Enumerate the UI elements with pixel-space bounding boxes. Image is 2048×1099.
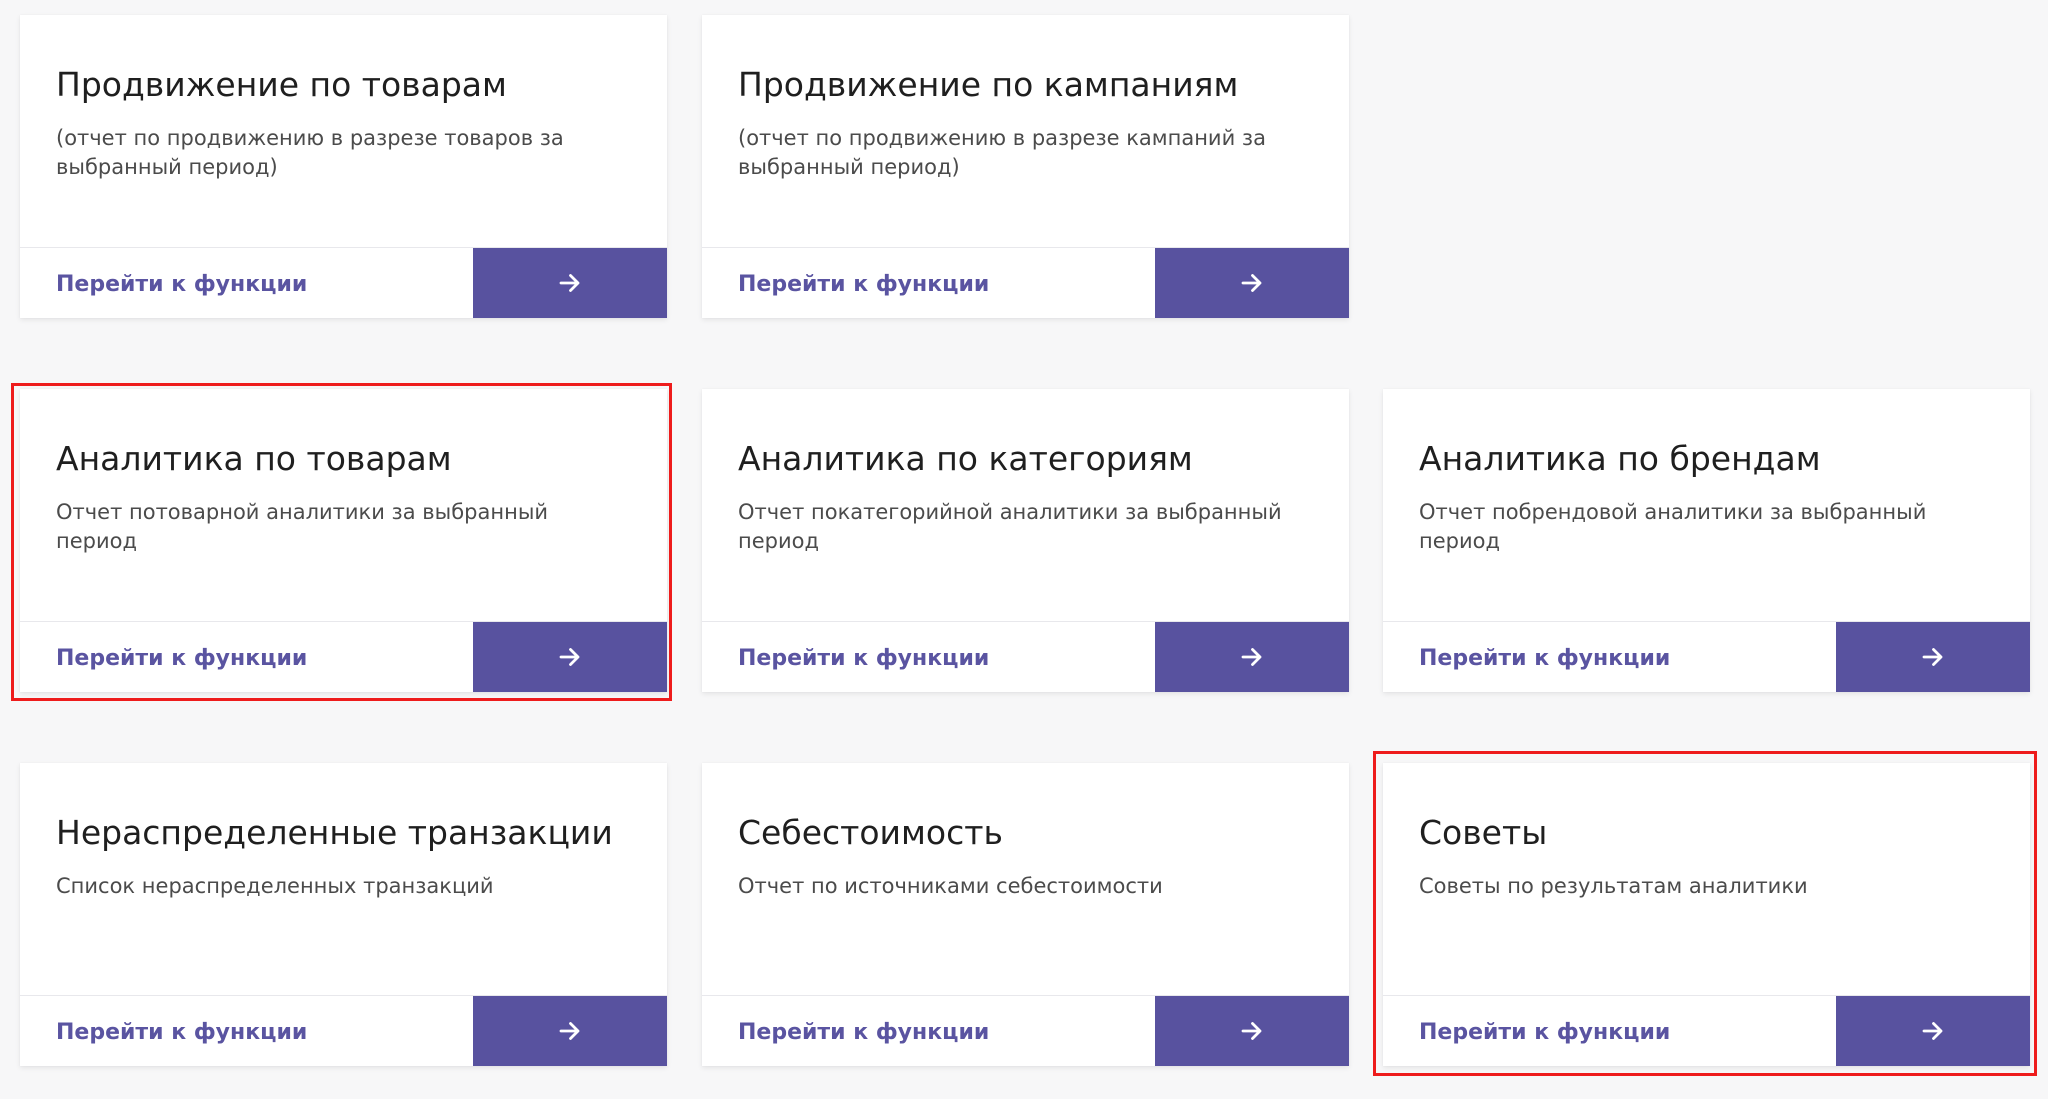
arrow-right-icon (559, 1021, 581, 1041)
card-title: Советы (1419, 813, 1548, 852)
card-footer: Перейти к функции (1383, 995, 2030, 1066)
card-description: Советы по результатам аналитики (1419, 874, 1808, 898)
go-to-function-link[interactable]: Перейти к функции (738, 248, 989, 318)
arrow-right-icon (1241, 1021, 1263, 1041)
go-to-function-button[interactable] (1155, 996, 1349, 1066)
card-promotion-by-products: Продвижение по товарам (отчет по продвиж… (20, 15, 667, 318)
card-title: Нераспределенные транзакции (56, 813, 613, 852)
arrow-right-icon (1922, 647, 1944, 667)
go-to-function-button[interactable] (473, 996, 667, 1066)
arrow-right-icon (1922, 1021, 1944, 1041)
arrow-right-icon (1241, 647, 1263, 667)
card-promotion-by-campaigns: Продвижение по кампаниям (отчет по продв… (702, 15, 1349, 318)
go-to-function-link[interactable]: Перейти к функции (56, 622, 307, 692)
card-title: Продвижение по кампаниям (738, 65, 1239, 104)
go-to-function-link[interactable]: Перейти к функции (738, 622, 989, 692)
go-to-function-link[interactable]: Перейти к функции (56, 248, 307, 318)
arrow-right-icon (559, 647, 581, 667)
go-to-function-link[interactable]: Перейти к функции (738, 996, 989, 1066)
card-title: Аналитика по товарам (56, 439, 452, 478)
card-description: Отчет по источниками себестоимости (738, 874, 1163, 898)
go-to-function-button[interactable] (1836, 996, 2030, 1066)
card-title: Себестоимость (738, 813, 1003, 852)
card-analytics-by-categories: Аналитика по категориям Отчет покатегори… (702, 389, 1349, 692)
card-unallocated-transactions: Нераспределенные транзакции Список нерас… (20, 763, 667, 1066)
card-cost-price: Себестоимость Отчет по источниками себес… (702, 763, 1349, 1066)
arrow-right-icon (1241, 273, 1263, 293)
go-to-function-button[interactable] (1155, 248, 1349, 318)
card-footer: Перейти к функции (702, 247, 1349, 318)
card-analytics-by-brands: Аналитика по брендам Отчет побрендовой а… (1383, 389, 2030, 692)
go-to-function-link[interactable]: Перейти к функции (1419, 996, 1670, 1066)
go-to-function-link[interactable]: Перейти к функции (1419, 622, 1670, 692)
go-to-function-link[interactable]: Перейти к функции (56, 996, 307, 1066)
card-title: Аналитика по категориям (738, 439, 1193, 478)
card-footer: Перейти к функции (20, 247, 667, 318)
card-analytics-by-products: Аналитика по товарам Отчет потоварной ан… (20, 389, 667, 692)
go-to-function-button[interactable] (473, 248, 667, 318)
go-to-function-button[interactable] (473, 622, 667, 692)
card-description: Отчет потоварной аналитики за выбранный … (56, 500, 549, 553)
card-description: (отчет по продвижению в разрезе кампаний… (738, 126, 1266, 179)
card-description: Список нераспределенных транзакций (56, 874, 494, 898)
card-footer: Перейти к функции (20, 621, 667, 692)
card-footer: Перейти к функции (702, 621, 1349, 692)
card-description: Отчет покатегорийной аналитики за выбран… (738, 500, 1282, 553)
card-description: (отчет по продвижению в разрезе товаров … (56, 126, 564, 179)
card-footer: Перейти к функции (1383, 621, 2030, 692)
card-title: Аналитика по брендам (1419, 439, 1821, 478)
arrow-right-icon (559, 273, 581, 293)
card-title: Продвижение по товарам (56, 65, 507, 104)
card-footer: Перейти к функции (20, 995, 667, 1066)
card-footer: Перейти к функции (702, 995, 1349, 1066)
card-tips: Советы Советы по результатам аналитики П… (1383, 763, 2030, 1066)
go-to-function-button[interactable] (1836, 622, 2030, 692)
go-to-function-button[interactable] (1155, 622, 1349, 692)
card-description: Отчет побрендовой аналитики за выбранный… (1419, 500, 1927, 553)
